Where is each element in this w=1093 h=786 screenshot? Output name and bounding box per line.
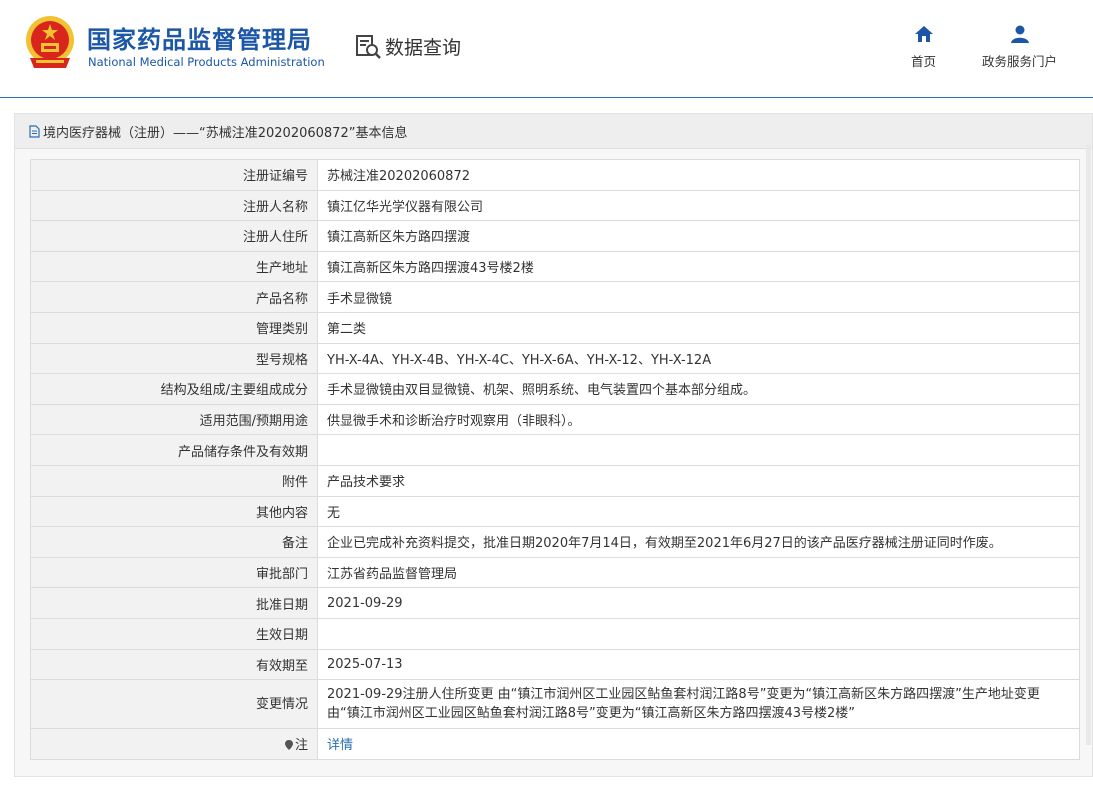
table-row: 生效日期 (30, 617, 1080, 650)
row-label: 备注 (30, 526, 318, 558)
row-value: 2021-09-29 (317, 587, 1080, 619)
row-label: 附件 (30, 464, 318, 497)
row-value: 手术显微镜由双目显微镜、机架、照明系统、电气装置四个基本部分组成。 (317, 373, 1080, 405)
table-row: 结构及组成/主要组成成分 手术显微镜由双目显微镜、机架、照明系统、电气装置四个基本… (30, 373, 1080, 405)
table-row: 注 详情 (30, 728, 1080, 760)
site-header: 国家药品监督管理局 National Medical Products Admi… (0, 0, 1093, 98)
details-link[interactable]: 详情 (327, 738, 353, 753)
registration-info-table: 注册证编号 苏械注准20202060872 注册人名称 镇江亿华光学仪器有限公司 注… (30, 159, 1080, 760)
table-row: 附件 产品技术要求 (30, 464, 1080, 497)
nav-service-portal-button[interactable]: 政务服务门户 (982, 24, 1057, 70)
row-label: 审批部门 (30, 556, 318, 589)
row-value: 无 (317, 495, 1080, 528)
row-value (317, 617, 1080, 650)
row-label: 结构及组成/主要组成成分 (30, 373, 318, 405)
nav-service-label: 政务服务门户 (982, 54, 1058, 69)
row-label: 注册人名称 (30, 189, 318, 222)
row-label: 批准日期 (30, 587, 318, 619)
page-scrollbar[interactable] (1086, 145, 1091, 745)
row-label: 型号规格 (30, 342, 318, 375)
table-row: 产品储存条件及有效期 (30, 434, 1080, 466)
row-label: 适用范围/预期用途 (30, 403, 318, 436)
row-value: 镇江高新区朱方路四摆渡 (317, 220, 1080, 252)
row-value: YH-X-4A、YH-X-4B、YH-X-4C、YH-X-6A、YH-X-12、… (317, 342, 1080, 375)
table-row: 生产地址 镇江高新区朱方路四摆渡43号楼2楼 (30, 250, 1080, 283)
row-value: 2021-09-29注册人住所变更 由“镇江市润州区工业园区鲇鱼套村润江路8号”… (317, 679, 1080, 730)
table-row: 审批部门 江苏省药品监督管理局 (30, 556, 1080, 589)
data-query-title: 数据查询 (354, 32, 461, 60)
nav-home-button[interactable]: 首页 (911, 24, 936, 70)
row-label: 产品名称 (30, 281, 318, 313)
row-value: 企业已完成补充资料提交，批准日期2020年7月14日，有效期至2021年6月27… (317, 526, 1080, 558)
table-row: 注册人住所 镇江高新区朱方路四摆渡 (30, 220, 1080, 252)
row-value: 江苏省药品监督管理局 (317, 556, 1080, 589)
home-icon (914, 26, 933, 42)
document-icon (29, 124, 40, 138)
table-row: 备注 企业已完成补充资料提交，批准日期2020年7月14日，有效期至2021年6月… (30, 526, 1080, 558)
table-row: 注册人名称 镇江亿华光学仪器有限公司 (30, 189, 1080, 222)
row-value: 2025-07-13 (317, 648, 1080, 681)
table-row: 适用范围/预期用途 供显微手术和诊断治疗时观察用（非眼科）。 (30, 403, 1080, 436)
row-label: 生效日期 (30, 617, 318, 650)
table-row: 管理类别 第二类 (30, 311, 1080, 344)
note-label-cell: 注 (30, 728, 318, 760)
table-row: 产品名称 手术显微镜 (30, 281, 1080, 313)
map-pin-icon (284, 740, 293, 751)
row-label: 有效期至 (30, 648, 318, 681)
row-label: 注册人住所 (30, 220, 318, 252)
row-value: 手术显微镜 (317, 281, 1080, 313)
row-value: 镇江亿华光学仪器有限公司 (317, 189, 1080, 222)
table-row: 注册证编号 苏械注准20202060872 (30, 159, 1080, 191)
row-label: 其他内容 (30, 495, 318, 528)
nav-home-label: 首页 (911, 54, 937, 69)
row-value: 镇江高新区朱方路四摆渡43号楼2楼 (317, 250, 1080, 283)
row-value: 第二类 (317, 311, 1080, 344)
panel-title: 境内医疗器械（注册）——“苏械注准20202060872”基本信息 (43, 125, 408, 141)
row-label: 注册证编号 (30, 159, 318, 191)
row-value: 供显微手术和诊断治疗时观察用（非眼科）。 (317, 403, 1080, 436)
table-row: 批准日期 2021-09-29 (30, 587, 1080, 619)
national-emblem-icon (26, 16, 74, 68)
row-value (317, 434, 1080, 466)
row-value: 苏械注准20202060872 (317, 159, 1080, 191)
row-label: 生产地址 (30, 250, 318, 283)
table-row: 型号规格 YH-X-4A、YH-X-4B、YH-X-4C、YH-X-6A、YH-X… (30, 342, 1080, 375)
search-document-icon (356, 35, 381, 59)
row-label: 产品储存条件及有效期 (30, 434, 318, 466)
table-row: 变更情况 2021-09-29注册人住所变更 由“镇江市润州区工业园区鲇鱼套村润江… (30, 679, 1080, 730)
row-label: 注 (294, 738, 308, 754)
row-label: 管理类别 (30, 311, 318, 344)
table-row: 其他内容无 (30, 495, 1080, 528)
row-label: 变更情况 (30, 679, 318, 730)
data-query-label: 数据查询 (385, 36, 462, 59)
agency-name-cn: 国家药品监督管理局 (87, 26, 312, 54)
panel-header: 境内医疗器械（注册）——“苏械注准20202060872”基本信息 (15, 114, 1092, 149)
note-value-cell: 详情 (317, 728, 1080, 760)
detail-panel: 境内医疗器械（注册）——“苏械注准20202060872”基本信息 注册证编号苏… (14, 113, 1093, 777)
row-value: 产品技术要求 (317, 464, 1080, 497)
table-row: 有效期至 2025-07-13 (30, 648, 1080, 681)
agency-name-en: National Medical Products Administration (88, 55, 325, 69)
user-icon (1010, 25, 1029, 43)
